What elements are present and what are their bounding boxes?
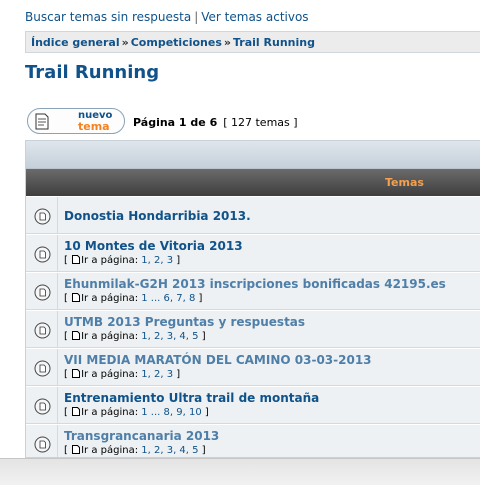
pagination: Página 1 de 6 [ 127 temas ] <box>133 116 298 129</box>
topic-title[interactable]: 10 Montes de Vitoria 2013 <box>64 239 243 253</box>
topic-row[interactable]: VII MEDIA MARATÓN DEL CAMINO 03-03-2013 … <box>26 348 480 386</box>
page-links[interactable]: 1, 2, 3, 4, 5 <box>141 445 198 456</box>
unanswered-topics-link[interactable]: Buscar temas sin respuesta <box>25 10 191 24</box>
breadcrumb-item-index[interactable]: Índice general <box>31 36 120 49</box>
topic-pages: [ Ir a página: 1 ... 6, 7, 8 ] <box>64 293 203 304</box>
topics-table: Temas Donostia Hondarribia 2013. 10 Mont… <box>25 140 480 458</box>
page-doc-icon <box>72 255 81 264</box>
page-doc-icon <box>72 293 81 302</box>
topic-title[interactable]: UTMB 2013 Preguntas y respuestas <box>64 315 305 329</box>
topic-icon-cell <box>26 311 58 347</box>
table-header: Temas <box>26 169 480 196</box>
page-doc-icon <box>72 331 81 340</box>
bottom-fade <box>0 459 480 485</box>
page-doc-icon <box>72 407 81 416</box>
page-links[interactable]: 1 ... 6, 7, 8 <box>141 293 195 304</box>
topic-row[interactable]: Ehunmilak-G2H 2013 inscripciones bonific… <box>26 272 480 310</box>
page-doc-icon <box>72 369 81 378</box>
topic-read-icon <box>34 322 51 339</box>
topic-pages: [ Ir a página: 1, 2, 3, 4, 5 ] <box>64 445 206 456</box>
topic-count: [ 127 temas ] <box>223 116 298 129</box>
new-topic-doc-icon <box>35 113 49 130</box>
topic-pages: [ Ir a página: 1, 2, 3 ] <box>64 255 181 266</box>
topic-title[interactable]: Donostia Hondarribia 2013. <box>64 209 251 223</box>
topic-title[interactable]: Transgrancanaria 2013 <box>64 429 219 443</box>
topic-read-icon <box>34 360 51 377</box>
topic-read-icon <box>34 436 51 453</box>
topic-row[interactable]: Transgrancanaria 2013 [ Ir a página: 1, … <box>26 424 480 457</box>
header-topics: Temas <box>385 176 424 189</box>
page-doc-icon <box>72 445 81 454</box>
topic-icon-cell <box>26 349 58 385</box>
topic-pages: [ Ir a página: 1 ... 8, 9, 10 ] <box>64 407 209 418</box>
topic-read-icon <box>34 246 51 263</box>
topic-icon-cell <box>26 425 58 457</box>
table-top-band <box>26 141 480 169</box>
active-topics-link[interactable]: Ver temas activos <box>201 10 308 24</box>
link-separator: | <box>194 10 199 24</box>
page-links[interactable]: 1, 2, 3 <box>141 369 173 380</box>
topic-pages: [ Ir a página: 1, 2, 3 ] <box>64 369 181 380</box>
topic-icon-cell <box>26 197 58 233</box>
page-links[interactable]: 1, 2, 3, 4, 5 <box>141 331 198 342</box>
topic-read-icon <box>34 208 51 225</box>
topic-title[interactable]: Entrenamiento Ultra trail de montaña <box>64 391 319 405</box>
page-indicator: Página 1 de 6 <box>133 116 218 129</box>
breadcrumb-item-competiciones[interactable]: Competiciones <box>131 36 222 49</box>
topic-read-icon <box>34 284 51 301</box>
topic-read-icon <box>34 398 51 415</box>
new-topic-label-line2: tema <box>78 120 110 133</box>
topic-title[interactable]: Ehunmilak-G2H 2013 inscripciones bonific… <box>64 277 446 291</box>
bottom-overlay-bar <box>0 458 480 485</box>
topic-title[interactable]: VII MEDIA MARATÓN DEL CAMINO 03-03-2013 <box>64 353 372 367</box>
breadcrumb-item-trail-running[interactable]: Trail Running <box>233 36 315 49</box>
topic-icon-cell <box>26 387 58 423</box>
breadcrumb: Índice general» Competiciones» Trail Runni… <box>25 31 480 53</box>
topic-icon-cell <box>26 273 58 309</box>
topic-row[interactable]: 10 Montes de Vitoria 2013 [ Ir a página:… <box>26 234 480 272</box>
new-topic-button[interactable]: nuevo tema <box>27 108 125 134</box>
page-title: Trail Running <box>25 62 160 83</box>
topic-row[interactable]: UTMB 2013 Preguntas y respuestas [ Ir a … <box>26 310 480 348</box>
top-links: Buscar temas sin respuesta | Ver temas act… <box>25 10 309 24</box>
page-links[interactable]: 1 ... 8, 9, 10 <box>141 407 201 418</box>
topic-row[interactable]: Donostia Hondarribia 2013. <box>26 196 480 234</box>
topic-icon-cell <box>26 235 58 271</box>
topic-row[interactable]: Entrenamiento Ultra trail de montaña [ I… <box>26 386 480 424</box>
breadcrumb-separator: » <box>223 36 231 49</box>
page-links[interactable]: 1, 2, 3 <box>141 255 173 266</box>
breadcrumb-separator: » <box>121 36 129 49</box>
topic-pages: [ Ir a página: 1, 2, 3, 4, 5 ] <box>64 331 206 342</box>
